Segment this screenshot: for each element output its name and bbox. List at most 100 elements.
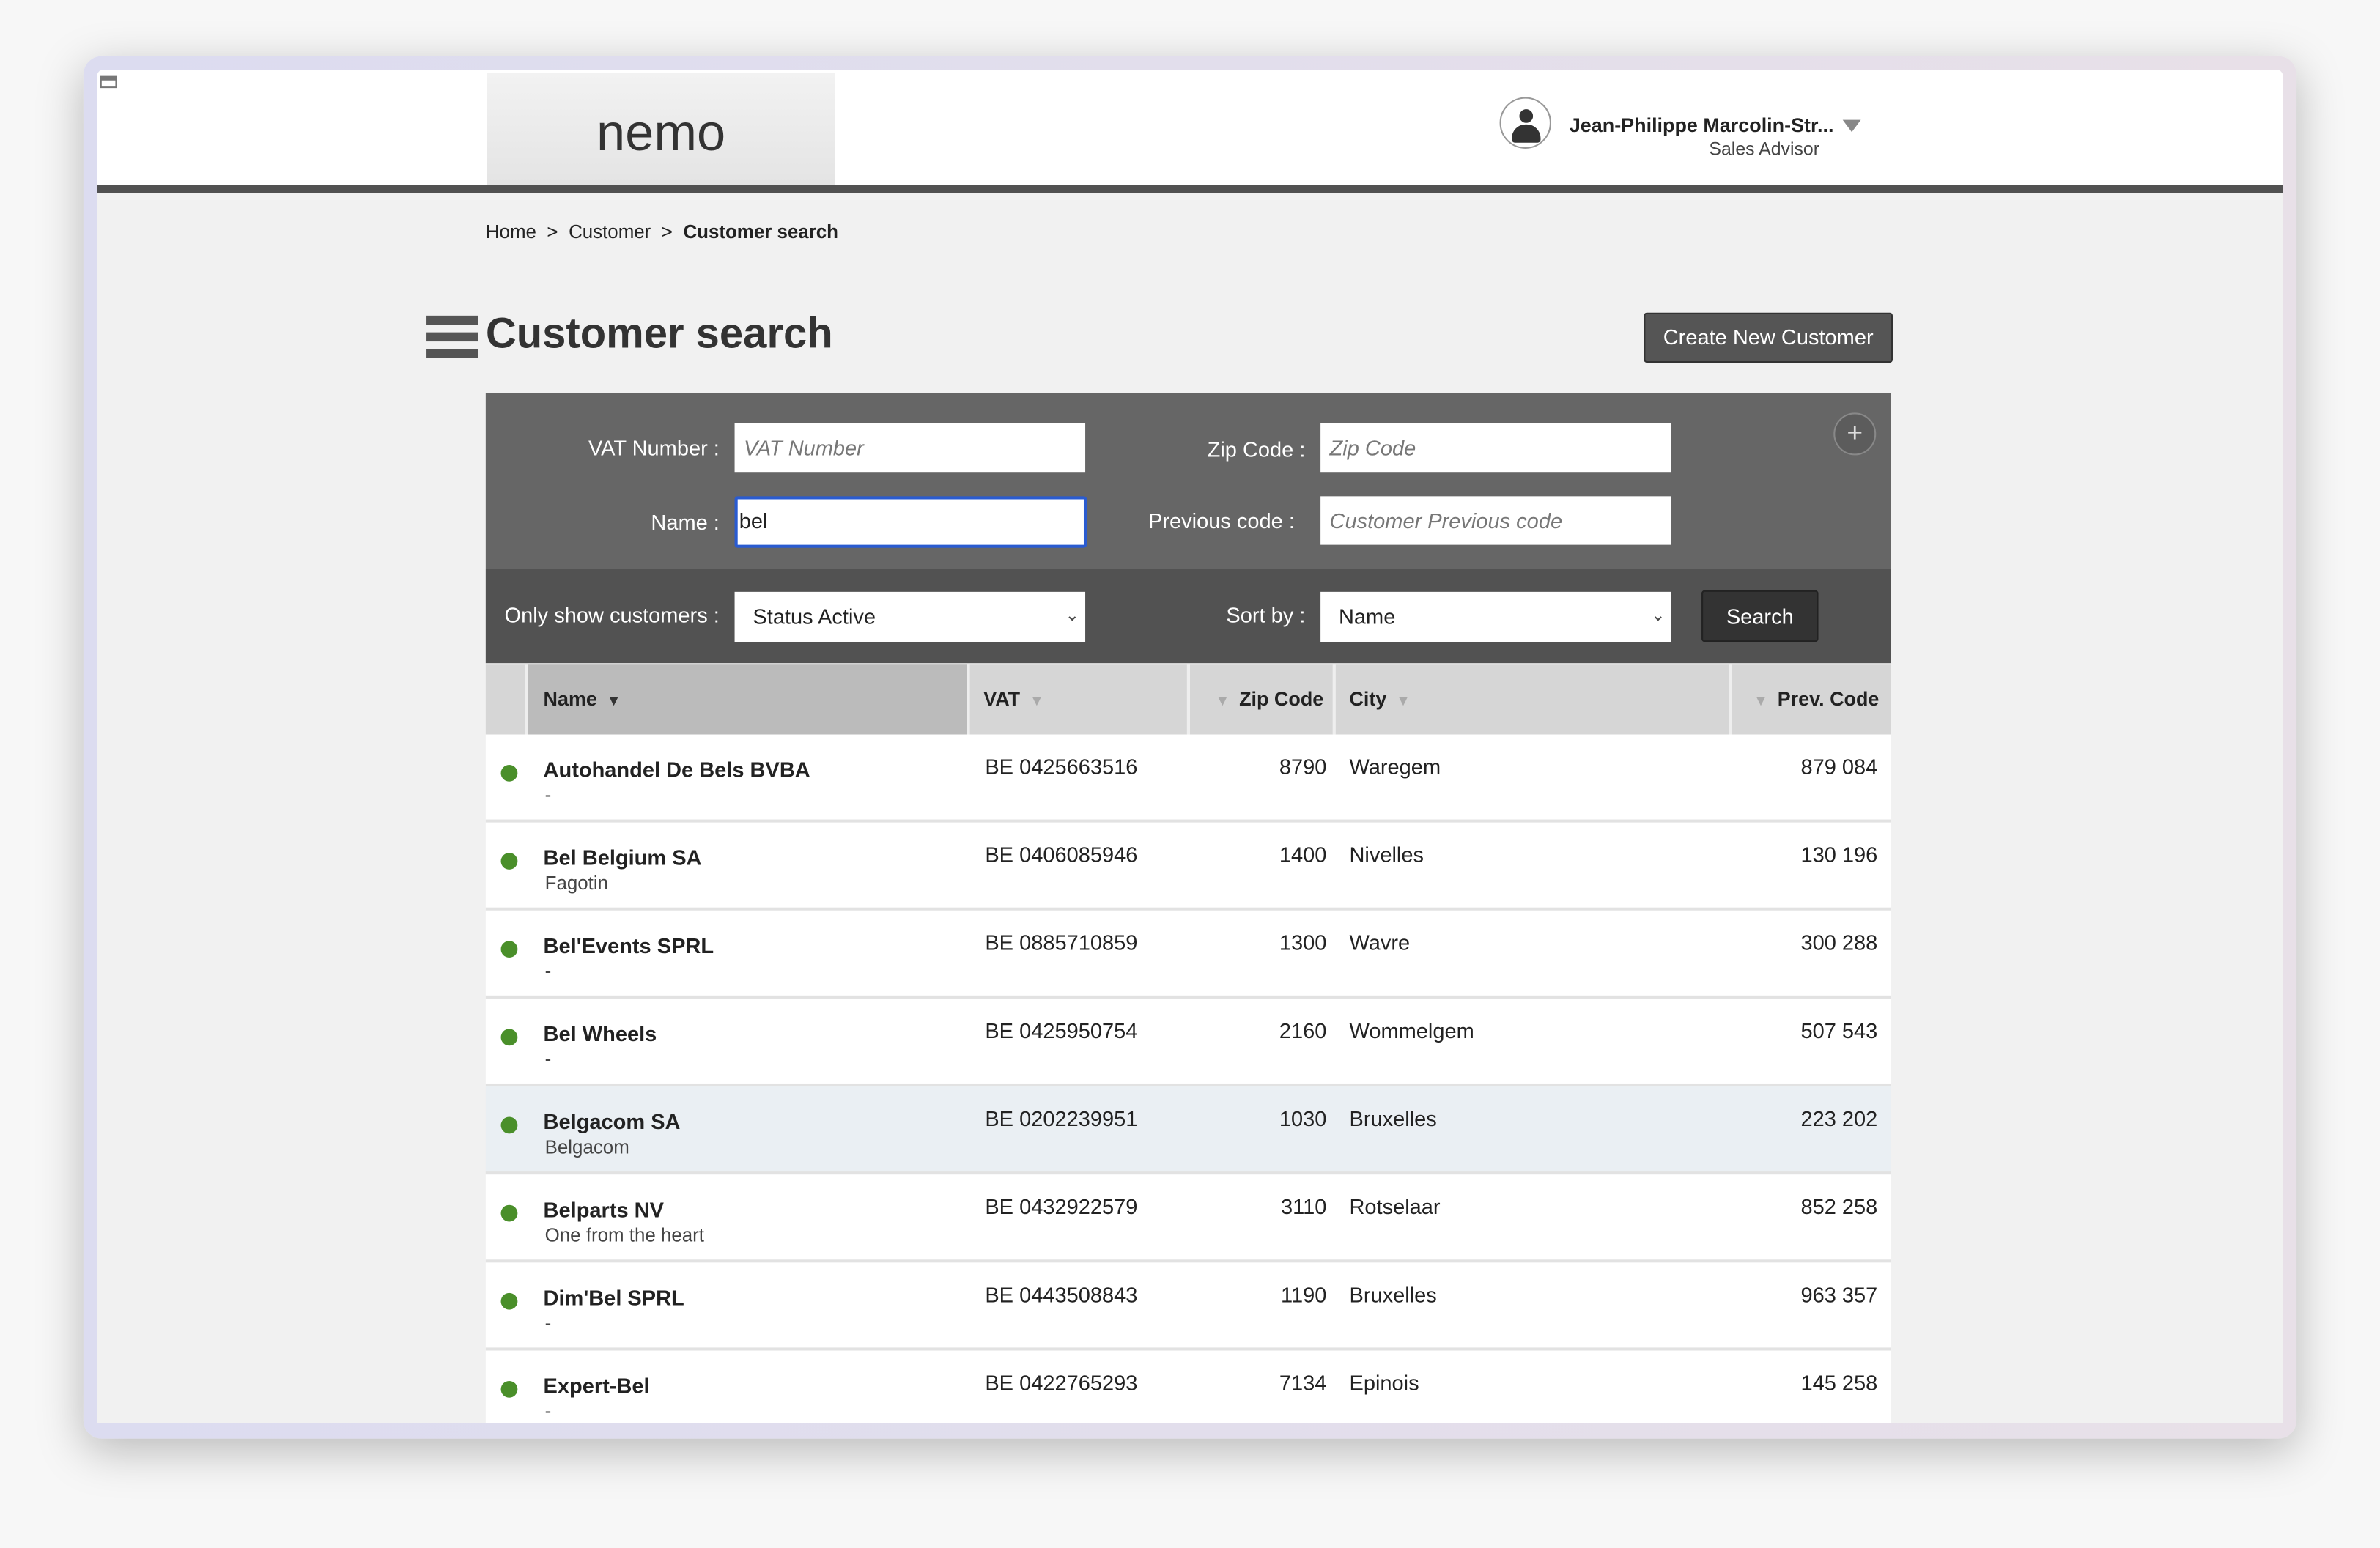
customer-subtitle: Fagotin bbox=[544, 873, 609, 895]
page-title: Customer search bbox=[485, 309, 833, 357]
vat-label: VAT Number : bbox=[588, 435, 720, 460]
customer-vat: BE 0443508843 bbox=[985, 1282, 1138, 1307]
table-row[interactable]: Bel Belgium SA Fagotin BE 0406085946 140… bbox=[485, 822, 1891, 911]
previous-code-input[interactable]: Customer Previous code bbox=[1320, 496, 1671, 545]
zip-input[interactable]: Zip Code bbox=[1320, 423, 1671, 473]
column-header-prev-code[interactable]: ▼ Prev. Code bbox=[1729, 664, 1891, 735]
status-active-icon bbox=[500, 1380, 518, 1398]
column-header-zip[interactable]: ▼ Zip Code bbox=[1186, 664, 1333, 735]
breadcrumb-customer[interactable]: Customer bbox=[569, 221, 651, 242]
table-row[interactable]: Belgacom SA Belgacom BE 0202239951 1030 … bbox=[485, 1086, 1891, 1175]
search-filters-panel: VAT Number : VAT Number Zip Code : Zip C… bbox=[485, 393, 1891, 569]
name-label: Name : bbox=[651, 509, 720, 535]
user-name[interactable]: Jean-Philippe Marcolin-Str... bbox=[1570, 114, 1834, 136]
status-select[interactable]: Status Active ⌄ bbox=[734, 591, 1086, 642]
header: nemo Jean-Philippe Marcolin-Str... Sales… bbox=[97, 70, 2283, 185]
table-row[interactable]: Belparts NV One from the heart BE 043292… bbox=[485, 1174, 1891, 1263]
previous-code-label: Previous code : bbox=[1148, 508, 1295, 533]
status-active-icon bbox=[500, 1029, 518, 1046]
menu-icon[interactable] bbox=[426, 315, 478, 358]
customer-name[interactable]: Autohandel De Bels BVBA bbox=[544, 758, 810, 782]
table-row[interactable]: Expert-Bel - BE 0422765293 7134 Epinois … bbox=[485, 1350, 1891, 1423]
customer-prev-code: 145 258 bbox=[1800, 1370, 1878, 1395]
search-button[interactable]: Search bbox=[1701, 590, 1819, 642]
status-active-icon bbox=[500, 941, 518, 958]
sort-icon: ▼ bbox=[1215, 693, 1230, 711]
customer-name[interactable]: Belgacom SA bbox=[544, 1109, 681, 1133]
status-active-icon bbox=[500, 1116, 518, 1134]
customer-vat: BE 0406085946 bbox=[985, 842, 1138, 867]
breadcrumb-current: Customer search bbox=[683, 221, 838, 243]
customer-name[interactable]: Expert-Bel bbox=[544, 1374, 650, 1398]
expand-filters-plus-icon[interactable]: + bbox=[1833, 412, 1877, 456]
sort-select[interactable]: Name ⌄ bbox=[1320, 591, 1671, 642]
zip-label: Zip Code : bbox=[1207, 437, 1306, 462]
customer-zip: 1030 bbox=[1279, 1106, 1327, 1131]
customer-name[interactable]: Belparts NV bbox=[544, 1197, 664, 1221]
status-active-icon bbox=[500, 1204, 518, 1222]
browser-window: nemo Jean-Philippe Marcolin-Str... Sales… bbox=[83, 56, 2297, 1439]
customer-name[interactable]: Bel'Events SPRL bbox=[544, 933, 714, 958]
status-filter-label: Only show customers : bbox=[504, 602, 720, 627]
chevron-down-icon: ⌄ bbox=[1651, 607, 1666, 626]
logo[interactable]: nemo bbox=[487, 73, 835, 185]
customer-subtitle: Belgacom bbox=[544, 1136, 629, 1158]
customer-city: Bruxelles bbox=[1349, 1106, 1437, 1131]
sort-icon: ▼ bbox=[1395, 693, 1411, 711]
customer-vat: BE 0422765293 bbox=[985, 1370, 1138, 1395]
header-divider bbox=[97, 185, 2283, 193]
customer-city: Wommelgem bbox=[1349, 1018, 1474, 1043]
customer-city: Bruxelles bbox=[1349, 1282, 1437, 1307]
customer-prev-code: 300 288 bbox=[1800, 930, 1878, 955]
user-menu-caret-icon[interactable] bbox=[1842, 119, 1861, 133]
status-active-icon bbox=[500, 764, 518, 782]
customer-name[interactable]: Dim'Bel SPRL bbox=[544, 1285, 684, 1309]
customer-vat: BE 0885710859 bbox=[985, 930, 1138, 955]
customer-zip: 1400 bbox=[1279, 842, 1327, 867]
customer-zip: 2160 bbox=[1279, 1018, 1327, 1043]
customer-name[interactable]: Bel Wheels bbox=[544, 1021, 657, 1045]
name-input[interactable]: bel bbox=[734, 496, 1087, 548]
customer-prev-code: 879 084 bbox=[1800, 754, 1878, 779]
customer-zip: 8790 bbox=[1279, 754, 1327, 779]
status-active-icon bbox=[500, 853, 518, 870]
customer-zip: 1190 bbox=[1281, 1282, 1327, 1307]
chevron-down-icon: ⌄ bbox=[1065, 607, 1079, 626]
customer-zip: 7134 bbox=[1279, 1370, 1327, 1395]
customer-subtitle: - bbox=[544, 784, 552, 806]
status-active-icon bbox=[500, 1292, 518, 1310]
column-header-name[interactable]: Name ▼ bbox=[525, 664, 967, 735]
customer-name[interactable]: Bel Belgium SA bbox=[544, 845, 702, 870]
customer-city: Rotselaar bbox=[1349, 1194, 1441, 1219]
customer-city: Epinois bbox=[1349, 1370, 1419, 1395]
table-row[interactable]: Bel Wheels - BE 0425950754 2160 Wommelge… bbox=[485, 998, 1891, 1087]
breadcrumb-home[interactable]: Home bbox=[486, 221, 536, 242]
filter-options-bar: Only show customers : Status Active ⌄ Sor… bbox=[485, 569, 1891, 664]
customer-zip: 1300 bbox=[1279, 930, 1327, 955]
table-row[interactable]: Bel'Events SPRL - BE 0885710859 1300 Wav… bbox=[485, 910, 1891, 999]
customer-prev-code: 507 543 bbox=[1800, 1018, 1878, 1043]
customer-zip: 3110 bbox=[1281, 1194, 1327, 1219]
sort-icon: ▼ bbox=[1753, 693, 1769, 711]
table-header: Name ▼ VAT ▼ ▼ Zip Code City ▼ ▼ Prev. Code bbox=[485, 664, 1891, 735]
customer-city: Nivelles bbox=[1349, 842, 1424, 867]
vat-input[interactable]: VAT Number bbox=[734, 423, 1086, 473]
table-row[interactable]: Autohandel De Bels BVBA - BE 0425663516 … bbox=[485, 734, 1891, 823]
create-new-customer-button[interactable]: Create New Customer bbox=[1644, 312, 1893, 363]
customer-prev-code: 130 196 bbox=[1800, 842, 1878, 867]
customer-subtitle: - bbox=[544, 1312, 552, 1334]
customer-prev-code: 852 258 bbox=[1800, 1194, 1878, 1219]
sort-desc-icon: ▼ bbox=[606, 693, 621, 711]
table-row[interactable]: Dim'Bel SPRL - BE 0443508843 1190 Bruxel… bbox=[485, 1262, 1891, 1351]
column-header-vat[interactable]: VAT ▼ bbox=[967, 664, 1186, 735]
customer-subtitle: - bbox=[544, 1400, 552, 1422]
breadcrumb: Home > Customer > Customer search bbox=[486, 221, 838, 242]
window-icon bbox=[100, 75, 117, 89]
customer-prev-code: 963 357 bbox=[1800, 1282, 1878, 1307]
user-avatar-icon[interactable] bbox=[1499, 97, 1551, 149]
customer-vat: BE 0425950754 bbox=[985, 1018, 1138, 1043]
column-header-city[interactable]: City ▼ bbox=[1332, 664, 1729, 735]
breadcrumb-separator: > bbox=[661, 221, 673, 243]
customer-subtitle: - bbox=[544, 1048, 552, 1070]
app: nemo Jean-Philippe Marcolin-Str... Sales… bbox=[97, 70, 2283, 1423]
